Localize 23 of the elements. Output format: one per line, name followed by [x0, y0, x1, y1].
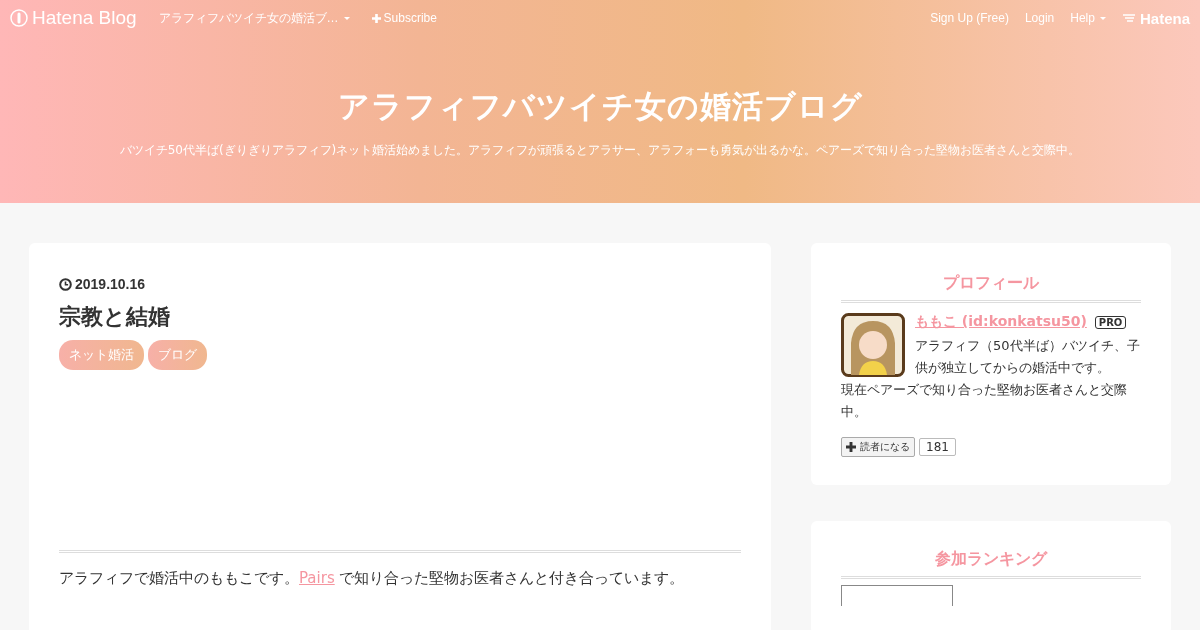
- blog-title[interactable]: アラフィフバツイチ女の婚活ブログ: [0, 86, 1200, 128]
- post-date: 2019.10.16: [59, 276, 741, 292]
- hatena-blog-logo[interactable]: Hatena Blog: [10, 7, 137, 29]
- nav-link[interactable]: Login: [1024, 11, 1055, 25]
- subscriber-count: 181: [919, 438, 956, 456]
- blog-description: バツイチ50代半ば(ぎりぎりアラフィフ)ネット婚活始めました。アラフィフが頑張るとアラサー、アラフォーも勇気が出るかな。ペアーズで知り合った堅物お医者さんと交際中。: [118, 142, 1082, 159]
- pairs-link[interactable]: Pairs: [299, 569, 335, 587]
- subscribe-link[interactable]: Subscribe: [371, 11, 437, 25]
- category-tag[interactable]: ブログ: [148, 340, 207, 370]
- profile-name-link[interactable]: ももこ (id:konkatsu50): [915, 313, 1087, 331]
- module-heading: プロフィール: [942, 273, 1040, 294]
- hatena-logo[interactable]: Hatena: [1121, 9, 1190, 27]
- category-tag[interactable]: ネット婚活: [59, 340, 144, 370]
- pro-badge: PRO: [1094, 315, 1127, 329]
- nav-link[interactable]: Sign Up (Free): [930, 11, 1009, 25]
- blog-menu[interactable]: アラフィフバツイチ女の婚活ブ…: [158, 9, 350, 27]
- profile-bio: 現在ペアーズで知り合った堅物お医者さんと交際中。: [841, 381, 1128, 421]
- subscribe-button[interactable]: 読者になる: [841, 437, 915, 457]
- profile-bio: アラフィフ（50代半ば）バツイチ、子供が独立してからの婚活中です。: [915, 337, 1141, 377]
- article-paragraph: アラフィフで婚活中のももこです。Pairs で知り合った堅物お医者さんと付き合っています。: [59, 569, 686, 588]
- help-menu[interactable]: Help: [1070, 11, 1106, 25]
- module-heading: 参加ランキング: [934, 549, 1049, 570]
- article-title[interactable]: 宗教と結婚: [59, 302, 741, 332]
